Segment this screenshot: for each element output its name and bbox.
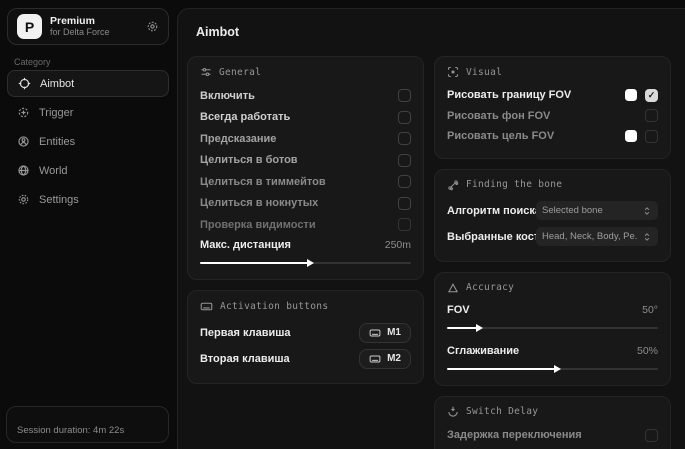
fov-target-checkbox[interactable] (645, 130, 658, 143)
fov-target-row: Рисовать цель FOV (447, 126, 658, 147)
sidebar-item-label: World (39, 165, 68, 177)
sidebar-item-settings[interactable]: Settings (7, 186, 169, 213)
smoothing-row: Сглаживание 50% (447, 342, 658, 360)
category-label: Category (14, 57, 51, 67)
session-duration-text: Session duration: 4m 22s (17, 425, 124, 436)
switch-delay-card: Switch Delay Задержка переключения Задер… (434, 396, 671, 449)
accuracy-section-header: Accuracy (447, 282, 658, 294)
toggle-row: Целиться в тиммейтов (200, 171, 411, 193)
switch-delay-icon (447, 406, 459, 418)
first-keybind-button[interactable]: M1 (359, 323, 411, 343)
sidebar-item-label: Entities (39, 136, 75, 148)
switch-delay-checkbox[interactable] (645, 429, 658, 442)
sidebar-item-entities[interactable]: Entities (7, 128, 169, 155)
gear-icon (17, 193, 30, 206)
general-card: General Включить Всегда работать Предска… (187, 56, 424, 280)
activation-section-header: Activation buttons (200, 300, 411, 313)
general-section-header: General (200, 66, 411, 78)
session-duration-box: Session duration: 4m 22s (6, 406, 169, 443)
bone-section-header: Finding the bone (447, 179, 658, 191)
app-title: Premium (50, 15, 146, 27)
fov-background-checkbox[interactable] (645, 109, 658, 122)
toggle-row: Предсказание (200, 128, 411, 150)
bone-icon (447, 179, 459, 191)
target-knocked-checkbox[interactable] (398, 197, 411, 210)
smoothing-slider[interactable] (447, 364, 658, 374)
sidebar-item-label: Settings (39, 194, 79, 206)
fov-value: 50° (642, 304, 658, 316)
toggle-row: Всегда работать (200, 107, 411, 129)
prediction-checkbox[interactable] (398, 132, 411, 145)
keyboard-icon (369, 353, 381, 365)
fov-target-color-swatch[interactable] (625, 130, 637, 142)
keyboard-icon (200, 300, 213, 313)
sidebar-item-world[interactable]: World (7, 157, 169, 184)
max-distance-value: 250m (385, 239, 411, 251)
select-arrows-icon (642, 206, 652, 216)
toggle-row: Целиться в нокнутых (200, 193, 411, 215)
page-title: Aimbot (178, 9, 685, 47)
sidebar-nav: Aimbot Trigger Entities (7, 70, 169, 215)
bone-algorithm-row: Алгоритм поиска костей Selected bone (447, 198, 658, 224)
keyboard-icon (369, 327, 381, 339)
visual-card: Visual Рисовать границу FOV Рисовать фон… (434, 56, 671, 159)
visibility-check-checkbox[interactable] (398, 218, 411, 231)
second-key-row: Вторая клавиша M2 (200, 346, 411, 372)
always-work-checkbox[interactable] (398, 111, 411, 124)
sidebar-item-label: Aimbot (40, 78, 74, 90)
bone-card: Finding the bone Алгоритм поиска костей … (434, 169, 671, 262)
sidebar-item-trigger[interactable]: Trigger (7, 99, 169, 126)
app-subtitle: for Delta Force (50, 27, 146, 38)
slider-thumb[interactable] (554, 365, 561, 373)
smoothing-value: 50% (637, 345, 658, 357)
sidebar-item-aimbot[interactable]: Aimbot (7, 70, 169, 97)
triangle-ruler-icon (447, 282, 459, 294)
slider-thumb[interactable] (307, 259, 314, 267)
refresh-gear-icon[interactable] (146, 20, 159, 33)
bone-algorithm-dropdown[interactable]: Selected bone (536, 201, 658, 220)
activation-card: Activation buttons Первая клавиша M1 Вто… (187, 290, 424, 384)
globe-icon (17, 164, 30, 177)
enable-checkbox[interactable] (398, 89, 411, 102)
max-distance-slider[interactable] (200, 258, 411, 268)
selected-bones-dropdown[interactable]: Head, Neck, Body, Pe.. (536, 227, 658, 246)
toggle-row: Целиться в ботов (200, 150, 411, 172)
trigger-icon (17, 106, 30, 119)
fov-border-color-swatch[interactable] (625, 89, 637, 101)
crosshair-icon (18, 77, 31, 90)
fov-slider[interactable] (447, 323, 658, 333)
sidebar-item-label: Trigger (39, 107, 73, 119)
max-distance-row: Макс. дистанция 250m (200, 236, 411, 254)
switch-delay-section-header: Switch Delay (447, 406, 658, 418)
fov-background-row: Рисовать фон FOV (447, 106, 658, 127)
visual-section-header: Visual (447, 66, 658, 78)
license-card: P Premium for Delta Force (7, 8, 169, 45)
selected-bones-row: Выбранные кости Head, Neck, Body, Pe.. (447, 224, 658, 250)
sliders-icon (200, 66, 212, 78)
fov-row: FOV 50° (447, 301, 658, 319)
sidebar: P Premium for Delta Force Category Aimbo… (0, 0, 177, 449)
main-panel: Aimbot General Включить Всегда работать (177, 8, 685, 449)
toggle-row: Проверка видимости (200, 214, 411, 236)
target-bots-checkbox[interactable] (398, 154, 411, 167)
toggle-row: Включить (200, 85, 411, 107)
app-logo: P (17, 14, 42, 39)
entities-icon (17, 135, 30, 148)
accuracy-card: Accuracy FOV 50° Сглаживание 50% (434, 272, 671, 386)
fov-border-checkbox[interactable] (645, 89, 658, 102)
switch-delay-toggle-row: Задержка переключения (447, 425, 658, 447)
select-arrows-icon (642, 232, 652, 242)
slider-thumb[interactable] (476, 324, 483, 332)
first-key-row: Первая клавиша M1 (200, 320, 411, 346)
second-keybind-button[interactable]: M2 (359, 349, 411, 369)
fov-border-row: Рисовать границу FOV (447, 85, 658, 106)
scan-target-icon (447, 66, 459, 78)
target-teammates-checkbox[interactable] (398, 175, 411, 188)
